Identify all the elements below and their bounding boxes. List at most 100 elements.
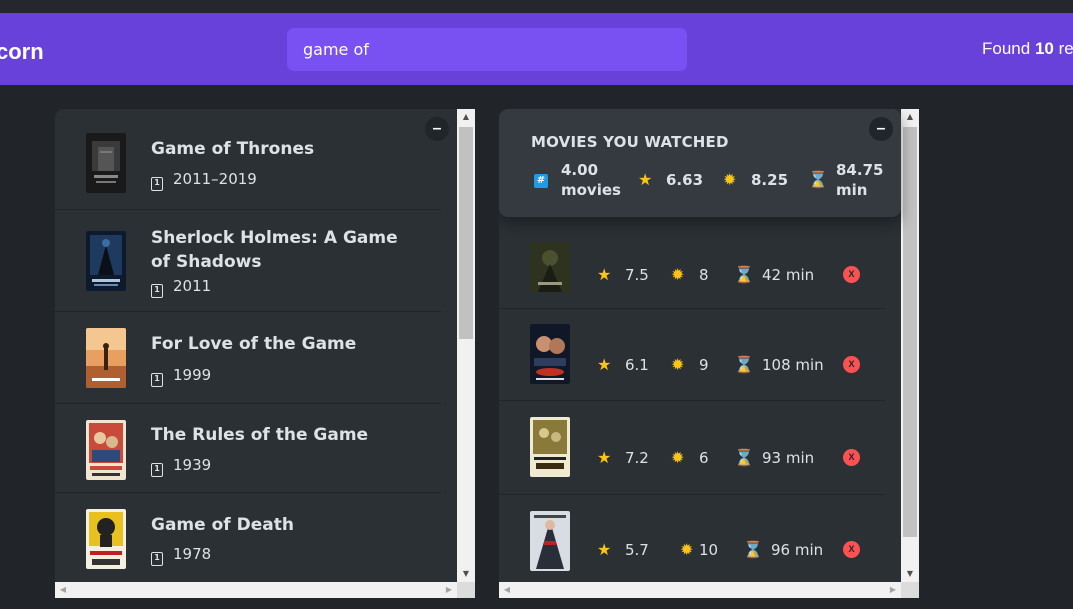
user-rating: 8 bbox=[699, 266, 709, 284]
movie-title: The Rules of the Game bbox=[151, 425, 369, 445]
movie-poster bbox=[86, 133, 126, 193]
list-item[interactable]: For Love of the Game 1 1999 bbox=[55, 312, 441, 404]
summary-count-unit: movies bbox=[561, 181, 621, 199]
star-icon: ★ bbox=[597, 540, 612, 559]
search-results-list: Game of Thrones 1 2011–2019 Sherlock Holm… bbox=[55, 109, 441, 588]
scrollbar-corner bbox=[457, 582, 475, 598]
calendar-icon: 1 bbox=[151, 284, 163, 298]
list-item[interactable]: Sherlock Holmes: A Game of Shadows 1 2011 bbox=[55, 210, 441, 312]
results-count: Found 10 re bbox=[982, 39, 1073, 59]
list-item[interactable]: Game of Death 1 1978 bbox=[55, 493, 441, 588]
watched-vertical-scrollbar[interactable]: ▲ ▼ bbox=[901, 109, 919, 582]
sun-icon: ✹ bbox=[680, 540, 694, 559]
results-vertical-scrollbar[interactable]: ▲ ▼ bbox=[457, 109, 475, 582]
collapse-results-button[interactable]: – bbox=[425, 117, 449, 141]
runtime: 96 min bbox=[771, 541, 824, 559]
user-rating: 10 bbox=[699, 541, 719, 559]
top-strip bbox=[0, 0, 1073, 13]
user-rating: 9 bbox=[699, 356, 709, 374]
scroll-right-icon[interactable]: ▶ bbox=[885, 582, 901, 598]
delete-button[interactable]: X bbox=[843, 266, 860, 283]
movie-poster bbox=[530, 242, 570, 292]
summary-user-rating: 8.25 bbox=[751, 171, 789, 189]
scroll-right-icon[interactable]: ▶ bbox=[441, 582, 457, 598]
sun-icon: ✹ bbox=[671, 355, 685, 374]
scroll-left-icon[interactable]: ◀ bbox=[55, 582, 71, 598]
scroll-left-icon[interactable]: ◀ bbox=[499, 582, 515, 598]
results-count-prefix: Found bbox=[982, 39, 1035, 58]
movie-poster bbox=[86, 328, 126, 388]
sun-icon: ✹ bbox=[723, 170, 737, 189]
hourglass-icon: ⌛ bbox=[734, 448, 754, 467]
search-input[interactable] bbox=[287, 28, 687, 71]
hourglass-icon: ⌛ bbox=[808, 170, 828, 189]
movie-year-text: 2011 bbox=[173, 277, 212, 295]
star-icon: ★ bbox=[638, 170, 653, 189]
watched-row[interactable]: ★ 5.7 ✹ 10 ⌛ 96 min X bbox=[499, 495, 885, 585]
scroll-up-icon[interactable]: ▲ bbox=[901, 109, 919, 125]
calendar-icon: 1 bbox=[151, 552, 163, 566]
summary-imdb-rating: 6.63 bbox=[666, 171, 704, 189]
delete-button[interactable]: X bbox=[843, 356, 860, 373]
movie-poster bbox=[86, 231, 126, 291]
runtime: 93 min bbox=[762, 449, 815, 467]
watched-summary: MOVIES YOU WATCHED # 4.00 movies ★ 6.63 ✹… bbox=[499, 109, 901, 217]
movie-poster bbox=[530, 324, 570, 384]
movie-title: For Love of the Game bbox=[151, 334, 357, 354]
movie-poster bbox=[86, 420, 126, 480]
watched-box: MOVIES YOU WATCHED # 4.00 movies ★ 6.63 ✹… bbox=[499, 109, 919, 598]
movie-title: Game of Death bbox=[151, 515, 294, 535]
watched-row[interactable]: ★ 6.1 ✹ 9 ⌛ 108 min X bbox=[499, 309, 885, 401]
scrollbar-corner bbox=[901, 582, 919, 598]
calendar-icon: 1 bbox=[151, 177, 163, 191]
movie-poster bbox=[86, 509, 126, 569]
summary-heading: MOVIES YOU WATCHED bbox=[531, 133, 729, 151]
imdb-rating: 5.7 bbox=[625, 541, 649, 559]
calendar-icon: 1 bbox=[151, 463, 163, 477]
watched-horizontal-scrollbar[interactable]: ◀ ▶ bbox=[499, 582, 901, 598]
runtime: 42 min bbox=[762, 266, 815, 284]
movie-title: Sherlock Holmes: A Game of Shadows bbox=[151, 228, 398, 272]
scroll-thumb[interactable] bbox=[459, 127, 473, 339]
movie-poster bbox=[530, 511, 570, 571]
calendar-icon: 1 bbox=[151, 373, 163, 387]
scroll-down-icon[interactable]: ▼ bbox=[901, 566, 919, 582]
movie-title: Game of Thrones bbox=[151, 139, 315, 159]
movie-year: 1 1978 bbox=[151, 544, 211, 566]
hash-icon: # bbox=[534, 174, 548, 188]
scroll-thumb[interactable] bbox=[903, 127, 917, 537]
movie-year-text: 1978 bbox=[173, 545, 212, 563]
star-icon: ★ bbox=[597, 265, 612, 284]
watched-row[interactable]: ★ 7.5 ✹ 8 ⌛ 42 min X bbox=[499, 221, 885, 309]
movie-poster bbox=[530, 417, 570, 477]
search-results-box: – Game of Thrones 1 2011–2019 Sherlock H… bbox=[55, 109, 475, 598]
summary-runtime-value: 84.75 bbox=[836, 161, 884, 179]
scroll-down-icon[interactable]: ▼ bbox=[457, 566, 475, 582]
delete-button[interactable]: X bbox=[843, 449, 860, 466]
hourglass-icon: ⌛ bbox=[734, 355, 754, 374]
sun-icon: ✹ bbox=[671, 448, 685, 467]
movie-year: 1 1999 bbox=[151, 365, 211, 387]
list-item[interactable]: The Rules of the Game 1 1939 bbox=[55, 404, 441, 493]
hourglass-icon: ⌛ bbox=[734, 265, 754, 284]
summary-count-value: 4.00 bbox=[561, 161, 599, 179]
summary-count: 4.00 movies bbox=[561, 160, 621, 200]
runtime: 108 min bbox=[762, 356, 824, 374]
star-icon: ★ bbox=[597, 355, 612, 374]
movie-year: 1 2011 bbox=[151, 276, 211, 298]
hourglass-icon: ⌛ bbox=[743, 540, 763, 559]
collapse-watched-button[interactable]: – bbox=[869, 117, 893, 141]
list-item[interactable]: Game of Thrones 1 2011–2019 bbox=[55, 109, 441, 210]
imdb-rating: 7.2 bbox=[625, 449, 649, 467]
results-horizontal-scrollbar[interactable]: ◀ ▶ bbox=[55, 582, 457, 598]
movie-year-text: 2011–2019 bbox=[173, 170, 257, 188]
results-count-suffix: re bbox=[1053, 39, 1073, 58]
logo: corn bbox=[0, 39, 44, 64]
user-rating: 6 bbox=[699, 449, 709, 467]
results-count-number: 10 bbox=[1034, 39, 1054, 58]
summary-runtime: 84.75 min bbox=[836, 160, 883, 200]
watched-row[interactable]: ★ 7.2 ✹ 6 ⌛ 93 min X bbox=[499, 401, 885, 495]
scroll-up-icon[interactable]: ▲ bbox=[457, 109, 475, 125]
movie-year: 1 1939 bbox=[151, 455, 211, 477]
delete-button[interactable]: X bbox=[843, 541, 860, 558]
